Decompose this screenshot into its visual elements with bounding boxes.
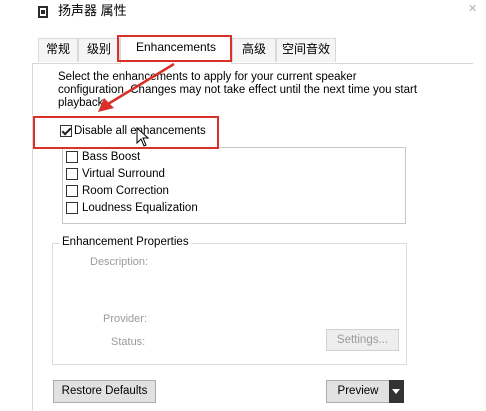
room-correction-checkbox[interactable] [66,185,78,197]
description-line-3: playback. [58,97,107,109]
enhancements-description: Select the enhancements to apply for you… [58,71,418,110]
loudness-equalization-checkbox[interactable] [66,202,78,214]
loudness-equalization-label[interactable]: Loudness Equalization [82,201,198,215]
provider-label: Provider: [103,313,148,325]
description-line-1: Select the enhancements to apply for you… [58,71,357,83]
room-correction-label[interactable]: Room Correction [82,184,169,198]
close-icon[interactable]: ✕ [468,2,477,15]
virtual-surround-checkbox[interactable] [66,168,78,180]
bass-boost-label[interactable]: Bass Boost [82,150,140,164]
bass-boost-checkbox[interactable] [66,151,78,163]
speaker-icon [38,6,48,18]
description-line-2: configuration. Changes may not take effe… [58,84,418,96]
annotation-box-tab [117,35,232,62]
preview-dropdown[interactable] [389,380,404,403]
description-label: Description: [90,256,149,268]
mouse-cursor-icon [136,127,150,147]
tab-spatial-sound[interactable]: 空间音效 [276,38,336,62]
annotation-box-checkbox [33,116,219,149]
virtual-surround-label[interactable]: Virtual Surround [82,167,165,181]
chevron-down-icon [392,389,400,394]
tab-advanced[interactable]: 高级 [232,38,276,62]
preview-label: Preview [337,385,379,397]
status-label: Status: [111,336,146,348]
enhancement-properties-label: Enhancement Properties [60,236,191,248]
window-title: 扬声器 属性 [58,3,127,18]
tab-levels[interactable]: 级别 [78,38,120,62]
tab-general[interactable]: 常规 [38,38,78,62]
settings-button[interactable]: Settings... [326,329,399,351]
restore-defaults-button[interactable]: Restore Defaults [53,380,156,403]
